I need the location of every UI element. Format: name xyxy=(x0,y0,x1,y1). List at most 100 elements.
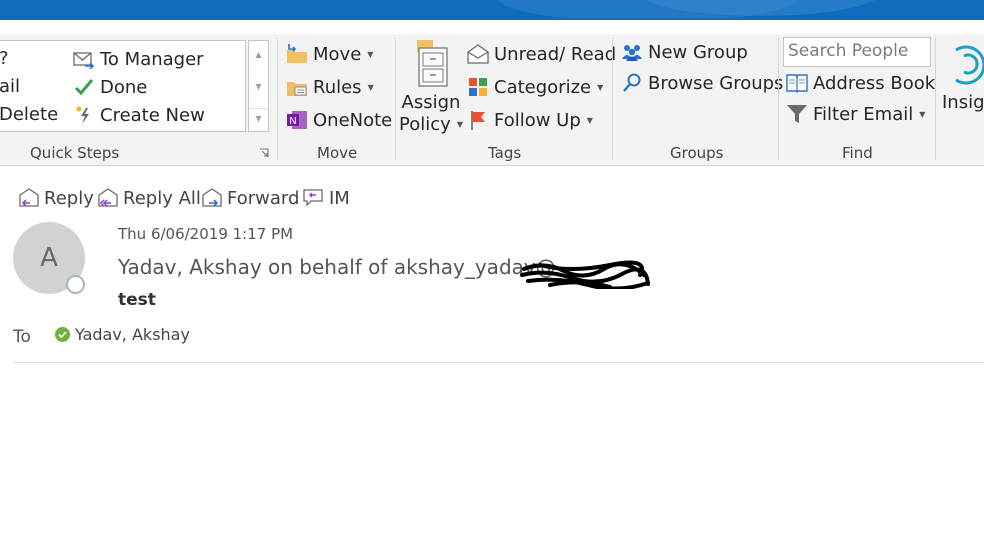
reply-all-label: Reply All xyxy=(123,187,201,209)
address-book-label: Address Book xyxy=(813,72,936,94)
lightning-icon xyxy=(73,104,95,126)
message-date: Thu 6/06/2019 1:17 PM xyxy=(118,225,294,243)
quick-step-left-2[interactable]: ail xyxy=(0,76,20,97)
forward-icon xyxy=(200,187,224,209)
unread-read-label: Unread/ Read xyxy=(494,43,617,65)
reply-all-button[interactable]: Reply All xyxy=(96,187,201,209)
people-icon xyxy=(621,41,643,63)
rules-button[interactable]: Rules ▼ xyxy=(286,76,374,98)
group-separator xyxy=(395,38,396,160)
scroll-up-icon[interactable]: ▲ xyxy=(249,45,268,65)
recipient-name[interactable]: Yadav, Akshay xyxy=(75,325,190,344)
envelope-arrow-icon xyxy=(73,48,95,70)
onenote-button[interactable]: N OneNote xyxy=(286,109,392,131)
quick-step-create-new[interactable]: Create New xyxy=(73,104,205,126)
title-bar-edge xyxy=(0,18,984,20)
ribbon: ? ail Delete To Manager Done Create New … xyxy=(0,34,984,166)
ribbon-top-strip xyxy=(0,18,984,34)
quick-step-left-1-label: ? xyxy=(0,48,9,69)
presence-available-icon xyxy=(55,327,70,342)
chevron-down-icon: ▼ xyxy=(456,120,463,129)
group-separator xyxy=(935,38,936,160)
quick-steps-gallery: ? ail Delete To Manager Done Create New xyxy=(0,40,246,132)
svg-text:N: N xyxy=(289,116,296,127)
insights-button[interactable]: Insigh xyxy=(942,40,984,113)
group-separator xyxy=(778,38,779,160)
categorize-icon xyxy=(467,76,489,98)
follow-up-label: Follow Up xyxy=(494,109,581,131)
chevron-down-icon: ▼ xyxy=(919,109,926,119)
group-separator xyxy=(277,38,278,160)
message-sender[interactable]: Yadav, Akshay on behalf of akshay_yadav@ xyxy=(118,255,556,279)
assign-policy-label: Assign xyxy=(401,92,461,113)
im-icon xyxy=(302,187,326,209)
quick-step-left-3[interactable]: Delete xyxy=(0,104,58,125)
im-button[interactable]: IM xyxy=(302,187,350,209)
quick-step-to-manager-label: To Manager xyxy=(100,48,204,70)
move-button-label: Move xyxy=(313,43,362,65)
onenote-button-label: OneNote xyxy=(313,109,393,131)
chevron-down-icon: ▼ xyxy=(367,82,374,92)
quick-step-left-1[interactable]: ? xyxy=(0,48,9,69)
reading-pane: Reply Reply All Forward IM A Thu 6/06/20… xyxy=(0,167,984,536)
quick-step-create-new-label: Create New xyxy=(100,104,205,126)
search-people-input[interactable]: Search People xyxy=(783,37,931,67)
forward-label: Forward xyxy=(227,187,300,209)
insights-label: Insigh xyxy=(942,92,984,113)
expand-gallery-icon[interactable]: ▼ xyxy=(249,108,268,128)
dialog-launcher-icon[interactable] xyxy=(259,148,269,158)
follow-up-button[interactable]: Follow Up ▼ xyxy=(467,109,593,131)
address-book-button[interactable]: Address Book xyxy=(786,72,935,94)
move-button[interactable]: Move ▼ xyxy=(286,43,373,65)
reply-all-icon xyxy=(96,187,120,209)
address-book-icon xyxy=(786,72,808,94)
chevron-down-icon: ▼ xyxy=(586,115,593,125)
envelope-icon xyxy=(467,43,489,65)
assign-policy-label-row: Policy ▼ xyxy=(399,114,463,135)
magnifier-icon xyxy=(621,72,643,94)
group-label-find: Find xyxy=(842,144,873,162)
categorize-button[interactable]: Categorize ▼ xyxy=(467,76,603,98)
chevron-down-icon: ▼ xyxy=(367,49,374,59)
quick-step-done[interactable]: Done xyxy=(73,76,147,98)
quick-step-left-3-label: Delete xyxy=(0,104,59,125)
chevron-down-icon: ▼ xyxy=(597,82,604,92)
scroll-down-icon[interactable]: ▼ xyxy=(249,77,268,97)
insights-icon xyxy=(950,40,984,88)
filter-email-label: Filter Email xyxy=(813,103,914,125)
forward-button[interactable]: Forward xyxy=(200,187,299,209)
move-folder-icon xyxy=(286,43,308,65)
reply-label: Reply xyxy=(44,187,94,209)
group-label-tags: Tags xyxy=(488,144,522,162)
unread-read-button[interactable]: Unread/ Read xyxy=(467,43,616,65)
new-group-label: New Group xyxy=(648,41,748,63)
browse-groups-label: Browse Groups xyxy=(648,72,784,94)
to-label: To xyxy=(13,327,31,347)
header-divider xyxy=(13,362,984,363)
cabinet-icon xyxy=(409,40,453,88)
im-label: IM xyxy=(329,187,350,209)
rules-icon xyxy=(286,76,308,98)
title-bar xyxy=(0,0,984,34)
filter-email-button[interactable]: Filter Email ▼ xyxy=(786,103,925,125)
assign-policy-label-2: Policy xyxy=(399,114,451,135)
reply-icon xyxy=(17,187,41,209)
quick-step-done-label: Done xyxy=(100,76,148,98)
quick-steps-scroller[interactable]: ▲ ▼ ▼ xyxy=(248,40,269,132)
presence-status-icon xyxy=(66,275,85,294)
reply-button[interactable]: Reply xyxy=(17,187,94,209)
onenote-icon: N xyxy=(286,109,308,131)
group-label-move: Move xyxy=(317,144,358,162)
quick-step-left-2-label: ail xyxy=(0,76,21,97)
categorize-label: Categorize xyxy=(494,76,592,98)
checkmark-icon xyxy=(73,76,95,98)
redaction-scribble xyxy=(520,260,650,289)
message-subject: test xyxy=(118,290,156,310)
quick-step-to-manager[interactable]: To Manager xyxy=(73,48,204,70)
filter-icon xyxy=(786,103,808,125)
new-group-button[interactable]: New Group xyxy=(621,41,748,63)
assign-policy-button[interactable]: Assign Policy ▼ xyxy=(399,40,463,135)
rules-button-label: Rules xyxy=(313,76,362,98)
browse-groups-button[interactable]: Browse Groups xyxy=(621,72,783,94)
group-separator xyxy=(612,38,613,160)
